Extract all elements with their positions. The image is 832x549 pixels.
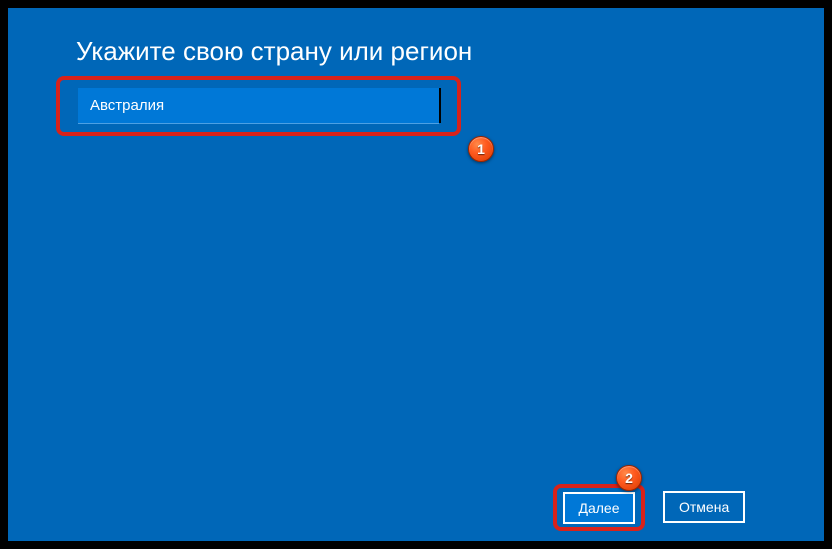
- region-list-item[interactable]: Австралия: [78, 88, 439, 124]
- page-title: Укажите свою страну или регион: [76, 36, 472, 67]
- oobe-region-screen: Укажите свою страну или регион Австралия…: [8, 8, 824, 541]
- annotation-box-next: Далее: [553, 484, 645, 531]
- annotation-box-region: Австралия: [56, 76, 461, 136]
- next-button[interactable]: Далее: [563, 492, 634, 524]
- annotation-marker-2: 2: [616, 465, 642, 491]
- cancel-button[interactable]: Отмена: [663, 491, 745, 523]
- annotation-marker-1: 1: [468, 136, 494, 162]
